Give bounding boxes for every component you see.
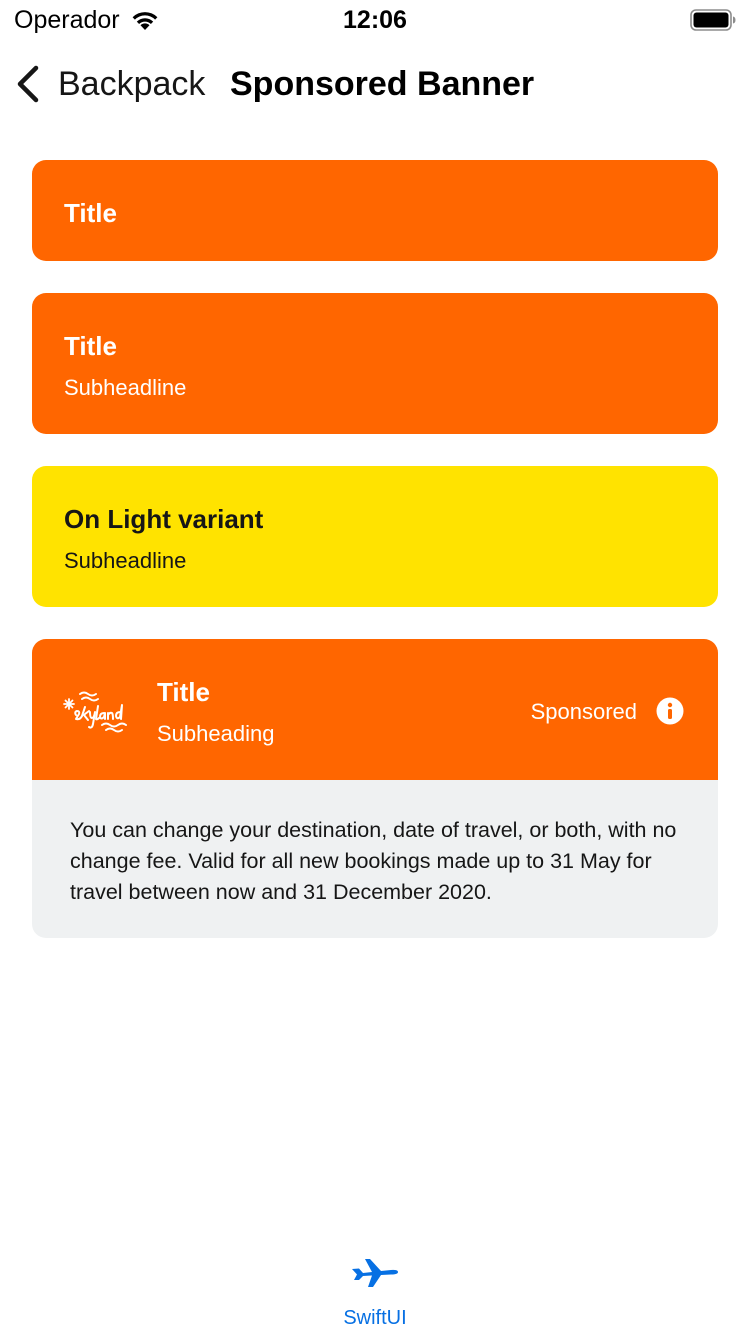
tab-swiftui[interactable]: SwiftUI (0, 1255, 750, 1334)
sponsored-banner-on-light: On Light variant Subheadline (32, 466, 718, 607)
banner-title: Title (64, 331, 117, 361)
sponsored-banner-title-only: Title (32, 160, 718, 261)
banner-subheadline: Subheadline (64, 548, 187, 573)
battery-icon (690, 9, 736, 31)
banner-title: Title (64, 198, 117, 228)
info-icon[interactable] (656, 697, 684, 725)
back-label: Backpack (58, 64, 206, 103)
sponsored-banner-full: Title Subheading Sponsored You can chang… (32, 639, 718, 938)
banner-title: On Light variant (64, 504, 264, 534)
status-bar: Operador 12:06 (0, 0, 750, 42)
sponsored-banner-with-subheadline: Title Subheadline (32, 293, 718, 434)
page-title: Sponsored Banner (230, 65, 535, 103)
navigation-bar: Backpack Sponsored Banner (0, 56, 750, 112)
status-time: 12:06 (343, 6, 407, 34)
banner-subheading: Subheading (157, 721, 275, 746)
banner-body-text: You can change your destination, date of… (70, 818, 677, 904)
banner-title: Title (157, 677, 210, 707)
back-button[interactable]: Backpack (14, 64, 205, 104)
tab-label: SwiftUI (343, 1307, 407, 1329)
airplane-icon (352, 1259, 398, 1287)
banner-header: Title Subheading Sponsored (32, 639, 718, 780)
skyland-logo (63, 691, 127, 733)
banner-subheadline: Subheadline (64, 375, 187, 400)
chevron-left-icon (17, 65, 39, 103)
sponsored-label: Sponsored (530, 699, 637, 724)
